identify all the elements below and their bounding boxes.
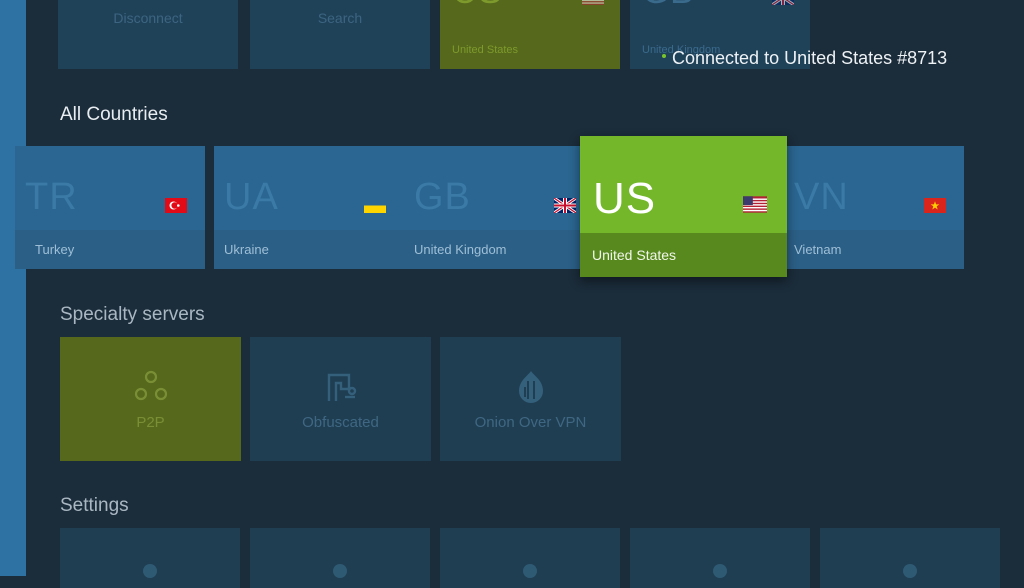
us-flag-icon (582, 0, 604, 5)
specialty-tile-onion-over-vpn[interactable]: Onion Over VPN (440, 337, 621, 461)
country-name: Turkey (35, 242, 75, 257)
country-tile-gb[interactable]: GB United Kingdom (404, 146, 594, 269)
status-text: Connected to United States #8713 (672, 48, 948, 68)
left-rail (0, 0, 26, 576)
country-label-bar: Turkey (15, 230, 205, 269)
p2p-icon (134, 370, 167, 401)
connection-status: Connected to United States #8713 (662, 48, 947, 69)
country-name: United Kingdom (414, 242, 507, 257)
all-countries-title: All Countries (60, 104, 168, 125)
status-dot-icon (662, 54, 666, 59)
country-label-bar: Vietnam (774, 230, 964, 269)
specialty-label: Onion Over VPN (474, 414, 587, 431)
country-code: GB (642, 0, 694, 12)
country-tile-us-selected[interactable]: US United States (580, 136, 787, 277)
country-code: TR (25, 176, 78, 218)
specialty-tile-obfuscated[interactable]: Obfuscated (250, 337, 431, 461)
country-code: US (452, 0, 502, 12)
settings-tile[interactable] (630, 528, 810, 588)
specialty-label: P2P (136, 414, 165, 431)
turkey-flag-icon (165, 198, 187, 213)
country-tile-vn[interactable]: VN Vietnam (774, 146, 964, 269)
obfuscated-icon (327, 373, 356, 401)
country-tile-ua[interactable]: UA Ukraine (214, 146, 404, 269)
search-tile[interactable]: ↖ Search (250, 0, 430, 69)
country-code: VN (794, 176, 849, 218)
country-code: GB (414, 176, 471, 218)
onion-icon (518, 371, 543, 403)
vietnam-flag-icon (924, 198, 946, 213)
specialty-servers-title: Specialty servers (60, 304, 205, 325)
uk-flag-icon (772, 0, 794, 5)
disconnect-tile[interactable]: ↖ Disconnect (58, 0, 238, 69)
specialty-tile-p2p[interactable]: P2P (60, 337, 241, 461)
country-name: United States (592, 247, 677, 263)
country-code: US (593, 174, 657, 223)
country-tile-tr[interactable]: TR Turkey (15, 146, 205, 269)
settings-tile[interactable] (440, 528, 620, 588)
country-label-bar: United States (580, 233, 787, 277)
uk-flag-icon (554, 198, 576, 213)
ukraine-flag-icon (364, 198, 386, 213)
recent-country-tile-us[interactable]: US United States (440, 0, 620, 69)
country-name: United States (452, 44, 519, 56)
search-label: Search (317, 10, 363, 26)
us-flag-icon (743, 196, 767, 213)
disconnect-label: Disconnect (113, 10, 183, 26)
country-label-bar: United Kingdom (404, 230, 594, 269)
settings-tile[interactable] (250, 528, 430, 588)
settings-tile[interactable] (60, 528, 240, 588)
country-label-bar: Ukraine (214, 230, 404, 269)
settings-title: Settings (60, 495, 129, 516)
specialty-label: Obfuscated (302, 414, 379, 431)
settings-tile[interactable] (820, 528, 1000, 588)
country-name: Ukraine (224, 242, 269, 257)
country-code: UA (224, 176, 279, 218)
country-name: Vietnam (794, 242, 842, 257)
